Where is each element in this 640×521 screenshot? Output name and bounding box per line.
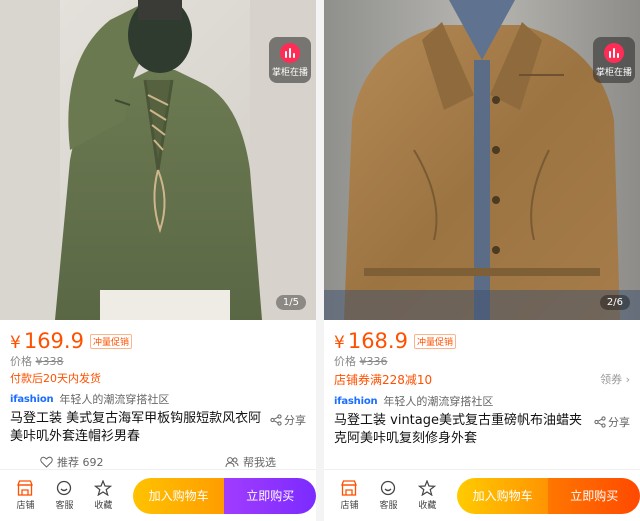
- tab-store-label: 店铺: [340, 501, 359, 511]
- help-pick-button[interactable]: 帮我选: [225, 454, 276, 470]
- original-price-row: 价格 ¥336: [334, 353, 630, 369]
- star-icon: [94, 480, 113, 496]
- title-row: 马登工装 vintage美式复古重磅帆布油蜡夹克阿美咔叽复刻修身外套 分享: [334, 412, 630, 448]
- live-bars-icon: [604, 43, 624, 63]
- live-label: 掌柜在播: [271, 68, 308, 78]
- product-title: 马登工装 vintage美式复古重磅帆布油蜡夹克阿美咔叽复刻修身外套: [334, 413, 582, 446]
- share-label: 分享: [608, 416, 630, 429]
- community-row[interactable]: ifashion 年轻人的潮流穿搭社区: [334, 392, 630, 410]
- share-icon: [594, 416, 606, 428]
- tab-service-label: 客服: [379, 501, 398, 511]
- tab-store[interactable]: 店铺: [330, 480, 369, 511]
- add-to-cart-button[interactable]: 加入购物车: [456, 477, 549, 514]
- purchase-buttons: 加入购物车 立即购买: [456, 477, 640, 514]
- bottom-action-bar: 店铺 客服 收藏 加入购物车 立即购买: [324, 469, 640, 521]
- share-label: 分享: [284, 414, 306, 427]
- get-coupon-link[interactable]: 领券 ›: [600, 371, 630, 387]
- original-price-row: 价格 ¥338: [10, 353, 306, 369]
- heart-icon: [40, 456, 53, 468]
- original-price-label: 价格: [10, 355, 32, 368]
- product-photo-canvas-jacket[interactable]: 掌柜在播 2/6: [324, 0, 640, 320]
- tab-favorite-label: 收藏: [418, 501, 437, 511]
- product-info: ¥ 169.9 冲量促销 价格 ¥338 付款后20天内发货 ifashion …: [0, 320, 316, 472]
- product-photo-green-smock[interactable]: 掌柜在播 1/5: [0, 0, 316, 320]
- product-info: ¥ 168.9 冲量促销 价格 ¥336 店铺券满228减10 领券 › ifa…: [324, 320, 640, 448]
- tab-favorite-label: 收藏: [94, 501, 113, 511]
- share-button[interactable]: 分享: [594, 414, 630, 430]
- store-icon: [341, 480, 358, 496]
- tab-service[interactable]: 客服: [369, 480, 408, 511]
- share-icon: [270, 414, 282, 426]
- tab-store-label: 店铺: [16, 501, 35, 511]
- tab-service-label: 客服: [55, 501, 74, 511]
- shipping-note: 付款后20天内发货: [10, 372, 101, 385]
- community-text: 年轻人的潮流穿搭社区: [383, 395, 494, 408]
- buy-now-button[interactable]: 立即购买: [548, 477, 640, 514]
- price: 169.9: [23, 329, 84, 353]
- ifashion-logo: ifashion: [10, 393, 54, 405]
- original-price: ¥336: [359, 355, 388, 368]
- share-button[interactable]: 分享: [270, 412, 306, 428]
- community-row[interactable]: ifashion 年轻人的潮流穿搭社区: [10, 390, 306, 408]
- live-label: 掌柜在播: [595, 68, 632, 78]
- add-to-cart-button[interactable]: 加入购物车: [132, 477, 225, 514]
- tab-store[interactable]: 店铺: [6, 480, 45, 511]
- help-pick-label: 帮我选: [243, 456, 276, 469]
- product-panel-right: 掌柜在播 2/6 ¥ 168.9 冲量促销 价格 ¥336 店铺券满228减10…: [324, 0, 640, 521]
- live-bars-icon: [280, 43, 300, 63]
- price-row: ¥ 168.9 冲量促销: [334, 329, 630, 353]
- store-icon: [17, 480, 34, 496]
- image-page-indicator: 2/6: [599, 295, 630, 310]
- people-icon: [225, 457, 239, 468]
- currency-symbol: ¥: [10, 333, 21, 353]
- buy-now-button[interactable]: 立即购买: [224, 477, 316, 514]
- live-badge[interactable]: 掌柜在播: [269, 37, 311, 83]
- title-row: 马登工装 美式复古海军甲板钩服短款风衣阿美咔叽外套连帽衫男春 分享: [10, 410, 306, 446]
- service-icon: [381, 480, 396, 496]
- price-row: ¥ 169.9 冲量促销: [10, 329, 306, 353]
- community-text: 年轻人的潮流穿搭社区: [59, 393, 170, 406]
- currency-symbol: ¥: [334, 333, 345, 353]
- product-title: 马登工装 美式复古海军甲板钩服短款风衣阿美咔叽外套连帽衫男春: [10, 411, 262, 444]
- bottom-action-bar: 店铺 客服 收藏 加入购物车 立即购买: [0, 469, 316, 521]
- page: 掌柜在播 1/5 ¥ 169.9 冲量促销 价格 ¥338 付款后20天内发货 …: [0, 0, 640, 521]
- original-price: ¥338: [35, 355, 64, 368]
- promo-tag: 冲量促销: [413, 334, 456, 349]
- coupon-row[interactable]: 店铺券满228减10 领券 ›: [334, 370, 630, 388]
- image-page-indicator: 1/5: [275, 295, 306, 310]
- recommend-button[interactable]: 推荐 692: [40, 454, 104, 470]
- tab-service[interactable]: 客服: [45, 480, 84, 511]
- original-price-label: 价格: [334, 355, 356, 368]
- star-icon: [418, 480, 437, 496]
- tab-favorite[interactable]: 收藏: [408, 480, 447, 511]
- panel-divider: [316, 0, 324, 521]
- purchase-buttons: 加入购物车 立即购买: [132, 477, 316, 514]
- live-badge[interactable]: 掌柜在播: [593, 37, 635, 83]
- recommend-label: 推荐 692: [57, 456, 104, 469]
- coupon-text: 店铺券满228减10: [334, 372, 433, 387]
- promo-tag: 冲量促销: [89, 334, 132, 349]
- tab-favorite[interactable]: 收藏: [84, 480, 123, 511]
- service-icon: [57, 480, 72, 496]
- ifashion-logo: ifashion: [334, 395, 378, 407]
- product-panel-left: 掌柜在播 1/5 ¥ 169.9 冲量促销 价格 ¥338 付款后20天内发货 …: [0, 0, 316, 521]
- price: 168.9: [347, 329, 408, 353]
